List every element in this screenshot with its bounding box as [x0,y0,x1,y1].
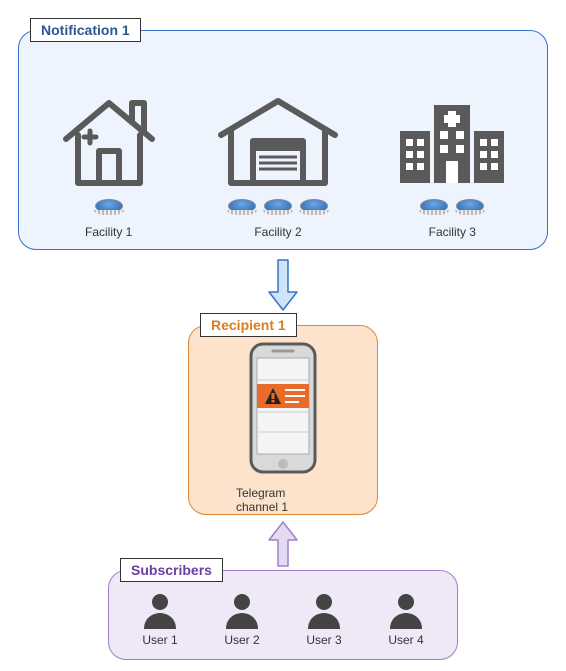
channel-label: Telegram channel 1 [236,486,330,514]
user-3: User 3 [304,589,344,647]
recipient-label-tag: Recipient 1 [200,313,297,337]
facility-2: Facility 2 [213,91,343,239]
facility-3-label: Facility 3 [429,225,476,239]
subscribers-group: User 1 User 2 User 3 User 4 [108,570,458,660]
user-icon [386,589,426,629]
user-1: User 1 [140,589,180,647]
facility-3: Facility 3 [392,91,512,239]
arrow-up-icon [265,520,301,570]
user-icon [222,589,262,629]
phone-alert-icon [243,340,323,480]
facilities-row: Facility 1 [19,31,547,249]
facility-1-label: Facility 1 [85,225,132,239]
sensor-icon [420,199,448,213]
user-4: User 4 [386,589,426,647]
warehouse-icon [213,91,343,191]
facility-1: Facility 1 [54,91,164,239]
sensor-icon [300,199,328,213]
facility-2-sensors [228,199,328,213]
sensor-icon [456,199,484,213]
user-3-label: User 3 [306,633,341,647]
facility-1-sensors [95,199,123,213]
user-icon [304,589,344,629]
user-icon [140,589,180,629]
user-4-label: User 4 [388,633,423,647]
notification-group: Facility 1 [18,30,548,250]
clinic-house-icon [54,91,164,191]
users-row: User 1 User 2 User 3 User 4 [109,571,457,659]
sensor-icon [228,199,256,213]
subscribers-label-tag: Subscribers [120,558,223,582]
notification-label-tag: Notification 1 [30,18,141,42]
user-1-label: User 1 [142,633,177,647]
sensor-icon [95,199,123,213]
user-2-label: User 2 [224,633,259,647]
hospital-icon [392,91,512,191]
sensor-icon [264,199,292,213]
arrow-down-icon [265,256,301,316]
facility-2-label: Facility 2 [254,225,301,239]
recipient-group: Telegram channel 1 [188,325,378,515]
facility-3-sensors [420,199,484,213]
phone-wrap: Telegram channel 1 [236,340,330,514]
user-2: User 2 [222,589,262,647]
